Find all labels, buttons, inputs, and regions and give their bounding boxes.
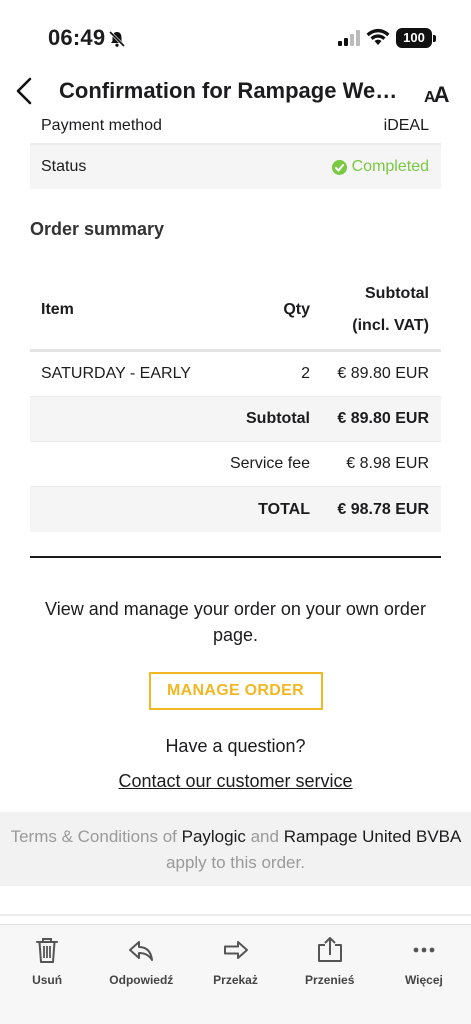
header-qty: Qty [283,300,310,318]
question-text: Have a question? [165,736,306,756]
delete-button[interactable]: Usuń [0,925,94,1024]
payment-method-row: Payment method iDEAL [30,108,441,145]
trash-icon [36,938,59,963]
terms-text-1: Terms & Conditions of [10,827,182,846]
header-subtotal-line2: (incl. VAT) [352,316,429,334]
mail-toolbar: Usuń Odpowiedź Przekaż Przenieś Więcej [0,924,471,1024]
row-qty: 2 [301,365,310,382]
separator [0,914,471,916]
service-fee-label: Service fee [229,455,310,472]
divider [30,556,441,558]
move-button[interactable]: Przenieś [283,925,377,1024]
terms-paylogic: Paylogic [181,827,246,846]
forward-label: Przekaż [213,973,258,987]
reply-icon [129,941,154,961]
terms-footer: Terms & Conditions of Paylogic and Rampa… [0,812,471,886]
page-title: Confirmation for Rampage Weeke... [59,78,409,103]
contact-customer-service-link[interactable]: Contact our customer service [0,771,471,792]
payment-info-table: Payment method iDEAL Status Completed [30,108,441,189]
total-label: TOTAL [258,500,310,518]
row-item: SATURDAY - EARLY [41,365,191,382]
email-content: Payment method iDEAL Status Completed Or… [0,108,471,792]
subtotal-label: Subtotal [246,410,310,427]
forward-button[interactable]: Przekaż [188,925,282,1024]
table-header: Item Qty Subtotal (incl. VAT) [30,270,441,352]
status-bar: 06:49 100 [0,0,471,70]
move-to-folder-icon [317,937,342,962]
more-dots-icon [413,947,435,953]
service-fee-value: € 8.98 EUR [346,455,429,472]
reply-button[interactable]: Odpowiedź [94,925,188,1024]
header-subtotal: Subtotal (incl. VAT) [310,278,441,342]
delete-label: Usuń [32,973,63,987]
forward-icon [223,941,248,959]
header-subtotal-line1: Subtotal [365,284,429,302]
status-badge: Completed [331,158,429,176]
battery-icon: 100 [396,28,436,48]
total-value: € 98.78 EUR [337,500,429,518]
service-fee-row: Service fee € 8.98 EUR [30,442,441,487]
bell-off-icon [108,30,126,48]
more-button[interactable]: Więcej [377,925,471,1024]
row-subtotal: € 89.80 EUR [337,365,429,382]
back-chevron-icon[interactable] [14,76,36,106]
move-label: Przenieś [305,973,355,987]
order-summary-table: Item Qty Subtotal (incl. VAT) SATURDAY -… [30,270,441,532]
terms-text-3: apply to this order. [166,853,305,872]
status-label: Status [41,158,87,175]
order-summary-title: Order summary [30,219,165,239]
manage-order-text: View and manage your order on your own o… [45,599,426,645]
payment-method-label: Payment method [41,116,162,134]
signal-icon [338,30,360,46]
status-row: Status Completed [30,145,441,189]
terms-text-2: and [245,827,284,846]
header-item: Item [41,300,74,318]
text-size-icon[interactable]: AA [424,82,449,108]
subtotal-value: € 89.80 EUR [337,410,429,427]
total-row: TOTAL € 98.78 EUR [30,487,441,532]
check-circle-icon [331,159,347,175]
wifi-icon [366,28,390,45]
status-time: 06:49 [48,25,106,50]
terms-rampage: Rampage United BVBA [283,827,461,846]
table-row: SATURDAY - EARLY 2 € 89.80 EUR [30,352,441,397]
more-label: Więcej [404,973,443,987]
payment-method-value: iDEAL [383,116,429,134]
status-value: Completed [351,158,429,175]
subtotal-row: Subtotal € 89.80 EUR [30,397,441,442]
reply-label: Odpowiedź [109,973,174,987]
manage-order-button[interactable]: MANAGE ORDER [148,672,323,710]
